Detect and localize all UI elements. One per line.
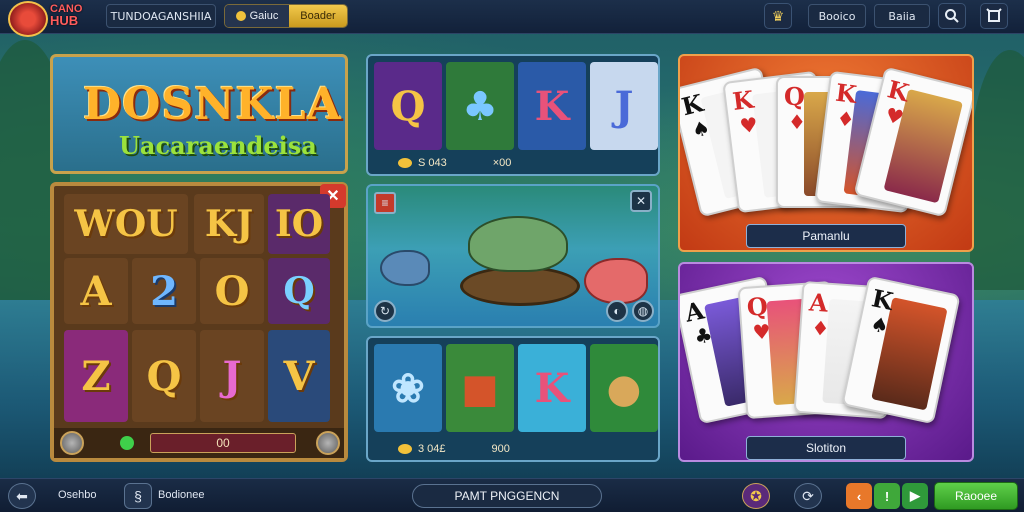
spin-icon[interactable]: ⟳ <box>794 483 822 509</box>
footer-label-b[interactable]: Bodionee <box>158 489 205 501</box>
slot-symbol: Q <box>374 62 442 150</box>
cards-panel-top[interactable]: K ♠ K ♥ Q ♦ K ♦ K ♥ Pamanlu <box>678 54 974 252</box>
search-icon[interactable] <box>938 3 966 29</box>
reel-cell: Z <box>64 330 128 422</box>
reel-controls: 00 <box>54 428 344 458</box>
bet-amount: 3 04£ <box>418 443 446 455</box>
gem-icon <box>120 436 134 450</box>
card-suit-icon: ♦ <box>835 105 856 132</box>
slot-symbol: ● <box>590 344 658 432</box>
refresh-icon[interactable]: ◍ <box>632 300 654 322</box>
blue-fish-icon <box>380 250 430 286</box>
slot-strip-top[interactable]: Q ♣ K J S 043 ×00 <box>366 54 660 176</box>
back-arrow-icon[interactable]: ⬅ <box>8 483 36 509</box>
reel-cell: IO <box>268 194 330 254</box>
coin-icon <box>398 444 412 454</box>
slot-reel-panel[interactable]: ✕ WOU KJ IO A 2 O Q Z Q J V 00 <box>50 182 348 462</box>
slot-strip-footer: 3 04£ 900 <box>368 438 658 460</box>
settings-icon[interactable] <box>980 3 1008 29</box>
logo-line2: HUB <box>50 13 79 28</box>
reel-cell: Q <box>268 258 330 324</box>
card-rank: Q <box>745 291 769 322</box>
slot-strip-bottom[interactable]: ❀ ■ K ● 3 04£ 900 <box>366 336 660 462</box>
slot-symbol: ■ <box>446 344 514 432</box>
play-arrow-icon[interactable]: ▶ <box>902 483 928 509</box>
slot-symbol: ♣ <box>446 62 514 150</box>
reel-cell: 2 <box>132 258 196 324</box>
slot-symbol: K <box>518 62 586 150</box>
reel-cell: A <box>64 258 128 324</box>
rotate-icon[interactable]: ↻ <box>374 300 396 322</box>
win-amount: ×00 <box>492 157 512 169</box>
button-a[interactable]: Booico <box>808 4 866 28</box>
card-suit-icon: ♥ <box>751 319 772 345</box>
footer-label-a[interactable]: Osehbo <box>58 489 97 501</box>
footer-center-button[interactable]: PAMT PNGGENCN <box>412 484 602 508</box>
bottom-bar: ⬅ Osehbo § Bodionee PAMT PNGGENCN ✪ ⟳ ‹ … <box>0 478 1024 512</box>
card-suit-icon: ♥ <box>738 112 760 139</box>
menu-icon[interactable]: ≡ <box>374 192 396 214</box>
reel-counter: 00 <box>150 433 296 453</box>
tab-coins-label: Gaiuc <box>249 10 279 22</box>
play-button[interactable]: Raooee <box>934 482 1018 510</box>
reel-cell: WOU <box>64 194 188 254</box>
boat-icon <box>460 266 580 306</box>
cards-top-label: Pamanlu <box>746 224 906 248</box>
button-b[interactable]: Baiia <box>874 4 930 28</box>
red-fish-icon <box>584 258 648 304</box>
card-suit-icon: ♦ <box>788 110 806 134</box>
slot-symbol: J <box>590 62 658 150</box>
level-orange-icon[interactable]: ‹ <box>846 483 872 509</box>
promo-subtitle: Uacaraendeisa <box>119 131 317 160</box>
right-knob-icon[interactable] <box>316 431 340 455</box>
slot-symbol: K <box>518 344 586 432</box>
slot-symbol: ❀ <box>374 344 442 432</box>
slot-strip-footer: S 043 ×00 <box>368 152 658 174</box>
logo-icon <box>8 1 48 37</box>
reel-cell: KJ <box>194 194 264 254</box>
reel-cell: J <box>200 330 264 422</box>
card-suit-icon: ♦ <box>810 315 831 341</box>
currency-tabs: Gaiuc Boader <box>224 4 348 28</box>
info-icon[interactable]: ◐ <box>606 300 628 322</box>
gem-badge-icon[interactable]: ✪ <box>742 483 770 509</box>
left-knob-icon[interactable] <box>60 431 84 455</box>
frog-fish-icon <box>468 216 568 272</box>
loop-icon[interactable]: § <box>124 483 152 509</box>
cards-bottom-label: Slotiton <box>746 436 906 460</box>
reel-cell: V <box>268 330 330 422</box>
promo-title: DOSNKLA <box>83 79 342 130</box>
fishing-game-panel[interactable]: ✕ ≡ ↻ ◐ ◍ <box>366 184 660 328</box>
coin-icon <box>235 11 246 21</box>
game-name-label: TUNDOAGANSHIIA <box>106 4 216 28</box>
card-rank: Q <box>784 82 805 111</box>
tab-coins[interactable]: Gaiuc <box>225 5 289 27</box>
palm-right <box>970 50 1024 290</box>
win-amount: 900 <box>491 443 510 455</box>
tab-active[interactable]: Boader <box>289 5 347 27</box>
card-rank: K <box>834 77 859 110</box>
top-bar: CANO HUB TUNDOAGANSHIIA Gaiuc Boader ♛ B… <box>0 0 1024 37</box>
promo-banner[interactable]: DOSNKLA Uacaraendeisa <box>50 54 348 174</box>
cards-panel-bottom[interactable]: A ♣ Q ♥ A ♦ K ♠ Slotiton <box>678 262 974 462</box>
level-green-icon[interactable]: ! <box>874 483 900 509</box>
crown-icon[interactable]: ♛ <box>764 3 792 29</box>
card-rank: K <box>730 84 756 116</box>
card-rank: A <box>808 287 829 318</box>
logo[interactable]: CANO HUB <box>50 4 96 28</box>
bet-amount: S 043 <box>418 157 447 169</box>
close-icon[interactable]: ✕ <box>630 190 652 212</box>
reel-cell: O <box>200 258 264 324</box>
coin-icon <box>398 158 412 168</box>
reel-cell: Q <box>132 330 196 422</box>
